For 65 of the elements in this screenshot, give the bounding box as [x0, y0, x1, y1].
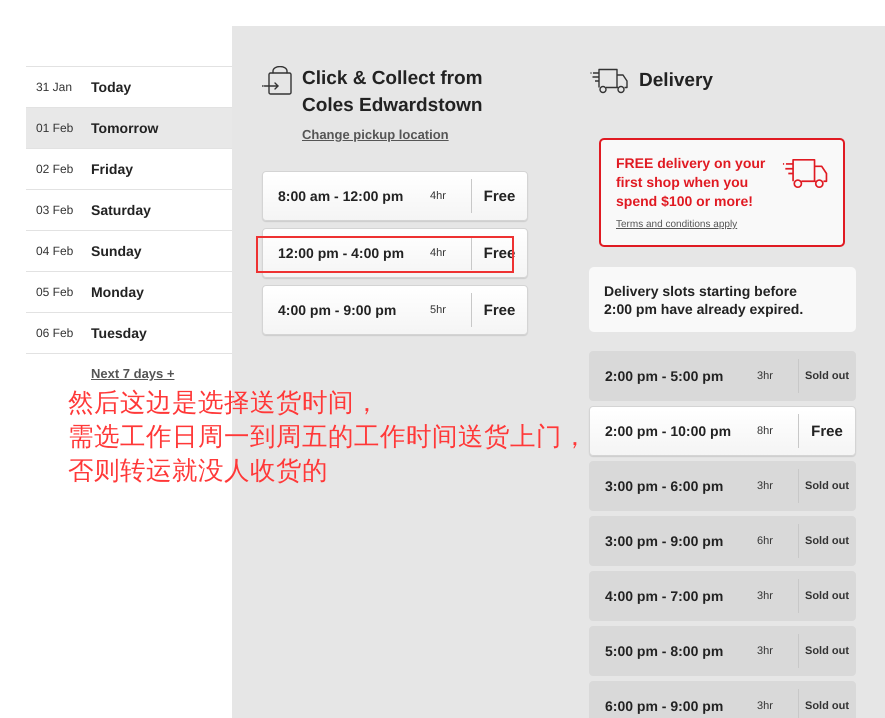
- date-label: 31 Jan: [36, 80, 72, 94]
- promo-text: FREE delivery on your first shop when you spend $100 or more!: [616, 154, 766, 211]
- slot-duration: 5hr: [430, 304, 446, 316]
- delivery-title: Delivery: [639, 69, 713, 93]
- time-slot-card[interactable]: 4:00 pm - 9:00 pm 5hr Free: [262, 285, 528, 335]
- sold-out-label: Sold out: [805, 700, 849, 712]
- day-label: Today: [91, 79, 132, 95]
- slot-time: 3:00 pm - 6:00 pm: [605, 478, 724, 494]
- time-slot-card[interactable]: 6:00 pm - 9:00 pm 3hr Sold out: [589, 681, 856, 718]
- day-label: Monday: [91, 284, 144, 300]
- expired-notice: Delivery slots starting before 2:00 pm have already expired.: [589, 267, 856, 332]
- slot-duration: 8hr: [757, 425, 773, 437]
- sold-out-label: Sold out: [805, 480, 849, 492]
- truck-icon: [590, 68, 628, 94]
- slot-time: 2:00 pm - 10:00 pm: [605, 423, 732, 439]
- slot-duration: 4hr: [430, 247, 446, 259]
- slot-time: 6:00 pm - 9:00 pm: [605, 698, 724, 714]
- change-location-link[interactable]: Change pickup location: [302, 127, 449, 142]
- date-label: 02 Feb: [36, 162, 74, 176]
- date-label: 03 Feb: [36, 203, 74, 217]
- click-collect-title: Click & Collect from Coles Edwardstown: [302, 67, 484, 118]
- time-slot-card[interactable]: 5:00 pm - 8:00 pm 3hr Sold out: [589, 626, 856, 676]
- date-row[interactable]: 01 Feb Tomorrow: [26, 107, 232, 148]
- day-label: Saturday: [91, 202, 151, 218]
- slot-time: 3:00 pm - 9:00 pm: [605, 533, 724, 549]
- slot-duration: 4hr: [430, 190, 446, 202]
- time-slot-card[interactable]: 2:00 pm - 5:00 pm 3hr Sold out: [589, 351, 856, 401]
- slot-duration: 6hr: [757, 535, 773, 547]
- day-label: Tomorrow: [91, 120, 158, 136]
- slot-duration: 3hr: [757, 480, 773, 492]
- date-label: 06 Feb: [36, 326, 74, 340]
- terms-link[interactable]: Terms and conditions apply: [616, 219, 738, 231]
- date-label: 01 Feb: [36, 121, 74, 135]
- slot-price: Free: [484, 188, 516, 204]
- time-slot-card[interactable]: 4:00 pm - 7:00 pm 3hr Sold out: [589, 571, 856, 621]
- sold-out-label: Sold out: [805, 535, 849, 547]
- sold-out-label: Sold out: [805, 590, 849, 602]
- slot-duration: 3hr: [757, 370, 773, 382]
- date-label: 05 Feb: [36, 285, 74, 299]
- annotation-note: 然后这边是选择送货时间， 需选工作日周一到周五的工作时间送货上门， 否则转运就没人收货的: [68, 387, 588, 488]
- time-slot-card[interactable]: 2:00 pm - 10:00 pm 8hr Free: [589, 406, 856, 456]
- slot-time: 5:00 pm - 8:00 pm: [605, 643, 724, 659]
- slot-price: Free: [484, 302, 516, 318]
- slot-time: 8:00 am - 12:00 pm: [278, 188, 404, 204]
- sold-out-label: Sold out: [805, 370, 849, 382]
- slot-duration: 3hr: [757, 700, 773, 712]
- slot-duration: 3hr: [757, 590, 773, 602]
- slot-price: Free: [811, 422, 843, 440]
- time-slot-card[interactable]: 8:00 am - 12:00 pm 4hr Free: [262, 171, 528, 221]
- truck-icon: [782, 158, 828, 189]
- slot-time: 4:00 pm - 9:00 pm: [278, 302, 396, 318]
- slot-duration: 3hr: [757, 645, 773, 657]
- date-label: 04 Feb: [36, 244, 74, 258]
- next-days-link[interactable]: Next 7 days +: [91, 366, 174, 381]
- day-label: Sunday: [91, 243, 142, 259]
- slot-time: 12:00 pm - 4:00 pm: [278, 245, 404, 261]
- bag-arrow-icon: [262, 66, 292, 95]
- time-slot-card[interactable]: 3:00 pm - 9:00 pm 6hr Sold out: [589, 516, 856, 566]
- day-label: Friday: [91, 161, 134, 177]
- slot-time: 2:00 pm - 5:00 pm: [605, 368, 724, 384]
- time-slot-card[interactable]: 3:00 pm - 6:00 pm 3hr Sold out: [589, 461, 856, 511]
- sold-out-label: Sold out: [805, 645, 849, 657]
- date-row[interactable]: 06 Feb Tuesday: [26, 312, 232, 354]
- day-label: Tuesday: [91, 325, 147, 341]
- slot-time: 4:00 pm - 7:00 pm: [605, 588, 724, 604]
